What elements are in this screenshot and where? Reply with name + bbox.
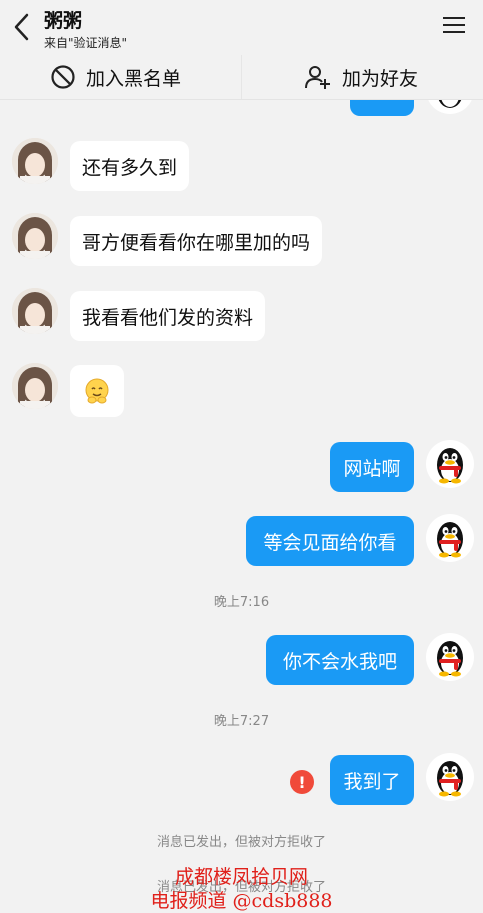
- girl-avatar-icon: [12, 138, 58, 184]
- girl-avatar-icon: [12, 288, 58, 334]
- penguin-avatar-icon: [437, 641, 463, 677]
- add-user-icon: [305, 66, 330, 89]
- chevron-left-icon: [14, 13, 29, 41]
- avatar[interactable]: [426, 440, 474, 488]
- smile-emoji-icon: [85, 378, 109, 404]
- avatar[interactable]: [426, 633, 474, 681]
- action-bar: 加入黑名单 加为好友: [0, 55, 483, 100]
- block-icon: [51, 65, 75, 89]
- contact-avatar[interactable]: [12, 288, 58, 334]
- system-notice: 消息已发出，但被对方拒收了: [156, 835, 326, 850]
- add-friend-label: 加为好友: [342, 67, 419, 90]
- chat-title: 粥粥: [44, 10, 83, 32]
- block-button[interactable]: 加入黑名单: [50, 55, 181, 99]
- add-friend-button[interactable]: 加为好友: [304, 55, 418, 99]
- message-bubble[interactable]: 我到了: [330, 755, 414, 805]
- block-label: 加入黑名单: [86, 67, 182, 90]
- contact-avatar[interactable]: [12, 138, 58, 184]
- timestamp: 晚上7:16: [213, 595, 270, 610]
- chat-area[interactable]: 还有多久到 哥方便看看你在哪里加的吗 我看看他们发的资料 网站啊 等会见面给你看…: [0, 0, 483, 912]
- message-bubble[interactable]: 你不会水我吧: [266, 635, 414, 685]
- watermark-line-2: 电报频道 @cdsb888: [150, 890, 333, 912]
- hamburger-menu-icon: [443, 17, 465, 33]
- girl-avatar-icon: [12, 363, 58, 409]
- message-bubble[interactable]: 等会见面给你看: [246, 516, 414, 566]
- chat-subtitle: 来自"验证消息": [44, 36, 128, 50]
- penguin-avatar-icon: [437, 522, 463, 558]
- message-bubble[interactable]: 还有多久到: [70, 141, 190, 191]
- contact-avatar[interactable]: [12, 213, 58, 259]
- girl-avatar-icon: [12, 213, 58, 259]
- penguin-avatar-icon: [437, 448, 463, 484]
- watermark-line-1: 成都楼凤拾贝网: [174, 866, 308, 888]
- penguin-avatar-icon: [437, 761, 463, 797]
- message-bubble[interactable]: 网站啊: [330, 442, 414, 492]
- avatar[interactable]: [426, 753, 474, 801]
- send-failed-icon[interactable]: !: [290, 770, 314, 794]
- back-button[interactable]: [10, 10, 36, 44]
- contact-avatar[interactable]: [12, 363, 58, 409]
- message-bubble[interactable]: 我看看他们发的资料: [70, 291, 266, 341]
- timestamp: 晚上7:27: [213, 714, 270, 729]
- message-bubble-emoji[interactable]: [70, 365, 124, 417]
- divider: [241, 55, 242, 99]
- chat-header: 粥粥 来自"验证消息" 加入黑名单 加为好友: [0, 0, 483, 100]
- message-bubble[interactable]: 哥方便看看你在哪里加的吗: [70, 216, 323, 266]
- menu-button[interactable]: [441, 14, 467, 36]
- avatar[interactable]: [426, 514, 474, 562]
